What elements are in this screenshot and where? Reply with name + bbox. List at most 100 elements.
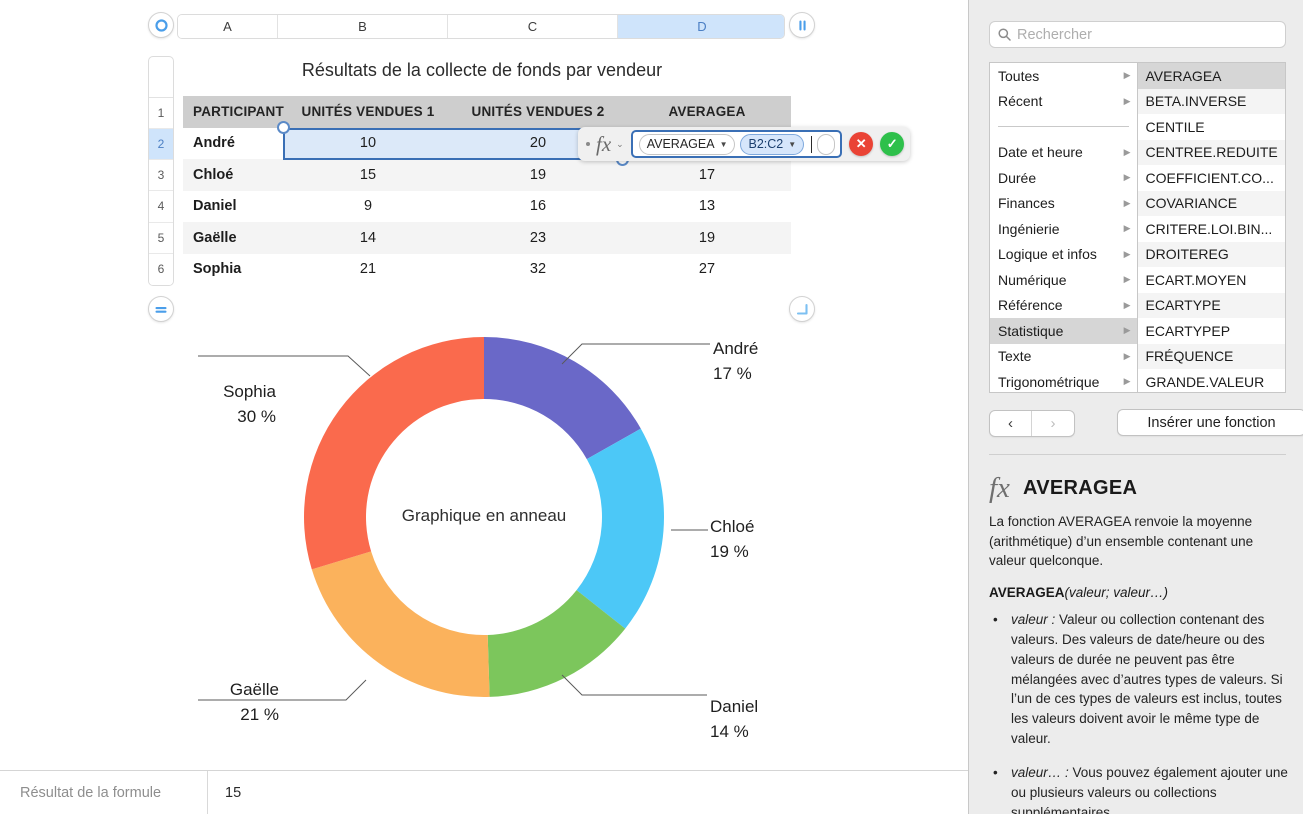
resize-table-handle-icon[interactable]	[789, 296, 815, 322]
function-item-ecartype[interactable]: ECARTYPE	[1137, 292, 1285, 318]
nav-forward-button[interactable]: ›	[1032, 411, 1074, 436]
function-item-averagea[interactable]: AVERAGEA	[1137, 63, 1285, 89]
function-item-centree-reduite[interactable]: CENTREE.REDUITE	[1137, 139, 1285, 165]
formula-function-token[interactable]: AVERAGEA ▼	[638, 133, 736, 155]
row-header-4[interactable]: 4	[149, 191, 173, 223]
category-item-statistique[interactable]: Statistique ▶	[990, 318, 1137, 344]
donut-slice-gaëlle[interactable]	[311, 551, 490, 697]
function-parameters: • valeur : Valeur ou collection contenant…	[989, 610, 1289, 814]
row-header-3[interactable]: 3	[149, 160, 173, 192]
formula-range-token[interactable]: B2:C2 ▼	[740, 133, 805, 155]
donut-chart[interactable]: Graphique en anneau André 17 % Chloé 19 % Da…	[150, 320, 950, 760]
category-item-référence[interactable]: Référence ▶	[990, 293, 1137, 319]
table-cell[interactable]: 21	[283, 253, 453, 285]
leader-line	[561, 674, 707, 696]
formula-editor[interactable]: fx ⌄ AVERAGEA ▼ B2:C2 ▼ ✕ ✓	[578, 127, 911, 161]
row-header-6[interactable]: 6	[149, 253, 173, 285]
category-item-récent[interactable]: Récent ▶	[990, 89, 1137, 115]
table-cell[interactable]: Sophia	[183, 253, 283, 285]
chart-label-name: André	[713, 339, 759, 358]
chevron-down-icon[interactable]: ⌄	[616, 139, 624, 150]
chevron-right-icon: ▶	[1123, 376, 1131, 387]
function-item-grande-valeur[interactable]: GRANDE.VALEUR	[1138, 369, 1286, 392]
column-header-a[interactable]: A	[178, 15, 278, 38]
category-item-texte[interactable]: Texte ▶	[990, 344, 1137, 370]
table-cell[interactable]: André	[183, 127, 283, 159]
function-item-ecartypep[interactable]: ECARTYPEP	[1138, 318, 1286, 344]
cancel-formula-button[interactable]: ✕	[849, 132, 874, 156]
column-header-b[interactable]: B	[278, 15, 448, 38]
nav-back-button[interactable]: ‹	[990, 410, 1032, 436]
category-item-finances[interactable]: Finances ▶	[990, 191, 1137, 217]
search-input[interactable]	[1017, 26, 1277, 43]
category-separator	[990, 114, 1137, 140]
function-item-critere-loi-bin-[interactable]: CRITERE.LOI.BIN...	[1138, 216, 1286, 242]
table-select-all-handle-icon[interactable]	[148, 12, 174, 38]
function-list[interactable]: AVERAGEA BETA.INVERSE CENTILE CENTREE.REDUI…	[1137, 63, 1286, 392]
history-nav-segmented[interactable]: ‹ ›	[989, 409, 1075, 437]
column-headers: A B C D	[177, 14, 785, 39]
category-item-numérique[interactable]: Numérique ▶	[990, 267, 1137, 293]
table-cell[interactable]: 19	[623, 222, 791, 254]
function-item-droitereg[interactable]: DROITEREG	[1137, 241, 1285, 267]
table-cell[interactable]: 15	[283, 159, 453, 191]
category-label: Numérique	[998, 271, 1067, 288]
category-label: Texte	[998, 348, 1032, 365]
row-header-5[interactable]: 5	[149, 222, 173, 254]
table-cell[interactable]: 19	[453, 159, 623, 191]
category-item-toutes[interactable]: Toutes ▶	[990, 63, 1137, 89]
table-cell[interactable]: 13	[623, 190, 791, 222]
chart-label-percent: 17 %	[713, 363, 752, 383]
add-row-handle-icon[interactable]	[148, 296, 174, 322]
function-item-centile[interactable]: CENTILE	[1138, 114, 1286, 140]
function-detail-header: fx AVERAGEA	[989, 472, 1137, 505]
table-cell[interactable]: 9	[283, 190, 453, 222]
row-header-2[interactable]: 2	[149, 128, 173, 161]
add-column-handle-icon[interactable]	[789, 12, 815, 38]
table-row[interactable]: Gaëlle 14 23 19	[183, 222, 791, 254]
chevron-right-icon: ▶	[1123, 299, 1131, 310]
category-item-ingénierie[interactable]: Ingénierie ▶	[990, 216, 1137, 242]
formula-input-field[interactable]: AVERAGEA ▼ B2:C2 ▼	[630, 130, 843, 158]
table-cell[interactable]: Daniel	[183, 190, 283, 222]
status-bar: Résultat de la formule 15	[0, 770, 968, 814]
table-cell[interactable]: 16	[453, 190, 623, 222]
accept-formula-button[interactable]: ✓	[880, 132, 905, 156]
function-item-beta-inverse[interactable]: BETA.INVERSE	[1137, 88, 1285, 114]
category-item-trigonométrique[interactable]: Trigonométrique ▶	[990, 369, 1137, 392]
table-cell[interactable]: 32	[453, 253, 623, 285]
search-field[interactable]	[989, 21, 1286, 48]
fx-icon: fx	[596, 131, 612, 156]
table-cell[interactable]: Gaëlle	[183, 222, 283, 254]
row-header-1[interactable]: 1	[149, 97, 173, 129]
table-cell[interactable]: 23	[453, 222, 623, 254]
fx-icon: fx	[989, 472, 1010, 504]
column-header-d[interactable]: D	[618, 15, 784, 38]
function-item-covariance[interactable]: COVARIANCE	[1137, 190, 1285, 216]
table-cell[interactable]: Chloé	[183, 159, 283, 191]
formula-empty-token[interactable]	[817, 133, 836, 155]
insert-function-button[interactable]: Insérer une fonction	[1117, 409, 1303, 436]
column-header-c[interactable]: C	[448, 15, 618, 38]
table-cell[interactable]: 10	[283, 127, 453, 159]
category-item-durée[interactable]: Durée ▶	[990, 165, 1137, 191]
parameter-term: valeur :	[1011, 612, 1056, 627]
category-item-date-et-heure[interactable]: Date et heure ▶	[990, 140, 1137, 166]
table-cell[interactable]: 14	[283, 222, 453, 254]
donut-slice-chloé[interactable]	[576, 428, 664, 629]
table-row[interactable]: Chloé 15 19 17	[183, 159, 791, 191]
table-row[interactable]: Sophia 21 32 27	[183, 253, 791, 285]
category-item-logique-et-infos[interactable]: Logique et infos ▶	[990, 242, 1137, 268]
table-cell[interactable]: 17	[623, 159, 791, 191]
function-browser-lists: Toutes ▶ Récent ▶ Date et heure ▶ Durée ▶ Financ…	[989, 62, 1286, 393]
selection-handle-top[interactable]	[277, 121, 290, 134]
table-cell[interactable]: 27	[623, 253, 791, 285]
donut-slice-andré[interactable]	[484, 337, 641, 460]
function-item-fr-quence[interactable]: FRÉQUENCE	[1137, 343, 1285, 369]
function-item-coefficient-co-[interactable]: COEFFICIENT.CO...	[1138, 165, 1286, 191]
donut-slice-sophia[interactable]	[303, 337, 484, 570]
category-list[interactable]: Toutes ▶ Récent ▶ Date et heure ▶ Durée ▶ Financ…	[990, 63, 1138, 392]
formula-bullet-icon	[586, 142, 590, 146]
function-item-ecart-moyen[interactable]: ECART.MOYEN	[1138, 267, 1286, 293]
table-row[interactable]: Daniel 9 16 13	[183, 190, 791, 222]
